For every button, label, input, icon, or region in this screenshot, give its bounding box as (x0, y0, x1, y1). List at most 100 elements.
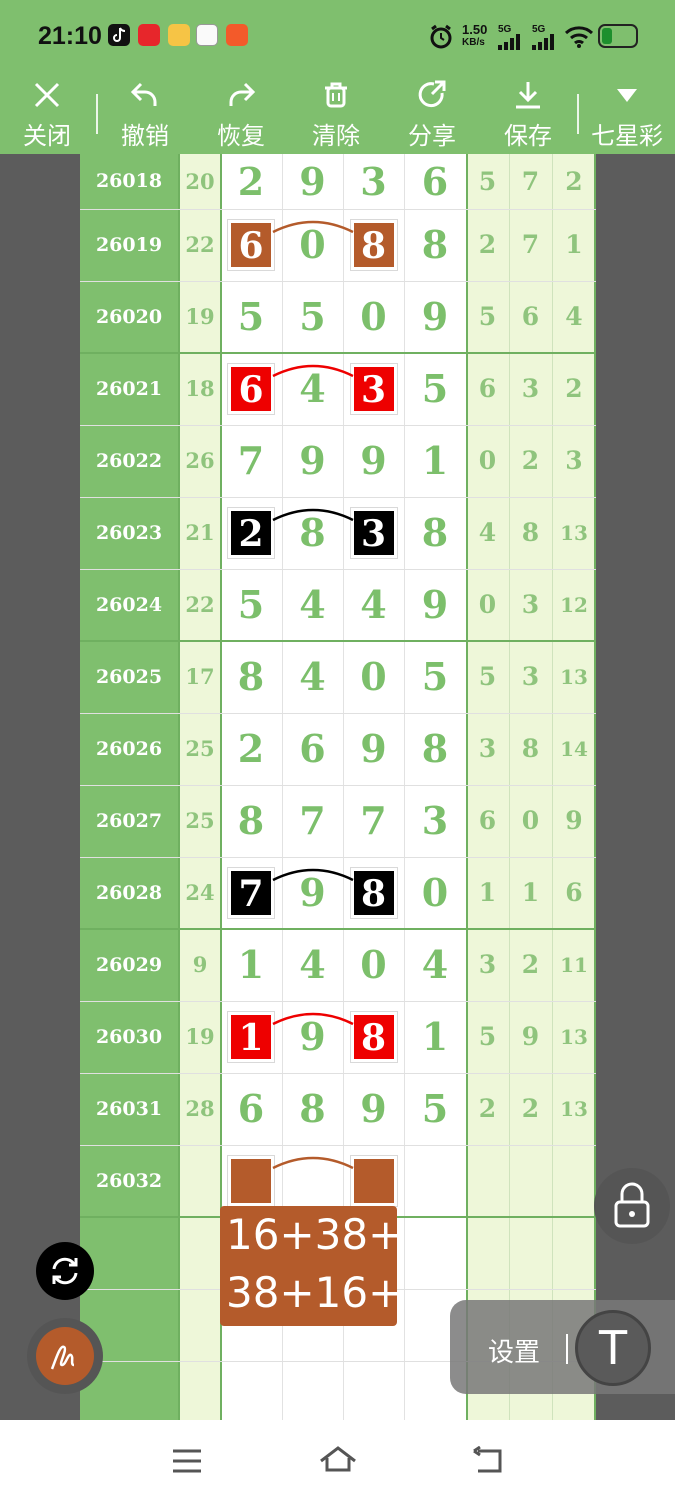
chevron-down-icon (582, 78, 672, 112)
extra-value: 0 (521, 806, 540, 835)
extra-value: 12 (560, 593, 588, 617)
highlighted-digit[interactable]: 3 (350, 364, 397, 414)
draw-digit: 9 (421, 294, 449, 339)
draw-digit: 2 (237, 159, 265, 204)
draw-digit: 1 (421, 438, 449, 483)
highlighted-digit[interactable]: 3 (350, 508, 397, 558)
draw-digit: 6 (299, 726, 326, 771)
extra-value: 3 (565, 446, 583, 475)
sum-value: 26 (185, 448, 215, 473)
extra-value: 13 (560, 1025, 588, 1049)
extra-value: 0 (478, 590, 497, 619)
draw-digit: 4 (421, 942, 449, 987)
extra-value: 3 (521, 662, 540, 691)
connection-arc (272, 508, 354, 522)
avatar-notification-icon (196, 24, 218, 46)
draw-digit: 4 (299, 654, 326, 699)
period-number: 26030 (95, 1026, 163, 1048)
prediction-line: 16+38+ (226, 1210, 404, 1259)
period-number: 26027 (95, 810, 163, 832)
draw-digit: 5 (299, 294, 326, 339)
period-number: 26031 (95, 1098, 163, 1120)
network-speed: 1.50 (462, 22, 488, 37)
pen-tool-button[interactable] (27, 1318, 103, 1394)
extra-value: 9 (565, 806, 583, 835)
back-icon[interactable] (470, 1445, 506, 1480)
extra-value: 11 (560, 953, 588, 977)
period-number: 26022 (95, 450, 163, 472)
tiktok-icon (108, 24, 130, 46)
draw-digit: 6 (237, 1086, 265, 1131)
extra-value: 5 (478, 662, 497, 691)
draw-digit: 7 (237, 438, 265, 483)
close-button[interactable]: 关闭 (2, 72, 92, 154)
redo-button[interactable]: 恢复 (196, 72, 286, 154)
period-number: 26032 (95, 1170, 163, 1192)
clear-button[interactable]: 清除 (291, 72, 381, 154)
highlighted-digit[interactable] (350, 1156, 397, 1206)
highlighted-digit[interactable]: 6 (228, 220, 274, 270)
draw-digit: 6 (421, 159, 449, 204)
highlighted-digit[interactable]: 8 (350, 220, 397, 270)
extra-value: 3 (478, 734, 497, 763)
extra-value: 7 (521, 167, 540, 196)
draw-digit: 5 (421, 366, 449, 411)
battery-icon (598, 24, 638, 48)
lottery-select-button[interactable]: 七星彩 (582, 72, 672, 154)
extra-value (466, 1145, 509, 1217)
draw-digit: 3 (360, 159, 387, 204)
text-tool-button[interactable]: T (575, 1310, 651, 1386)
draw-digit: 0 (360, 942, 387, 987)
lock-button[interactable] (594, 1168, 670, 1244)
trash-icon (291, 78, 381, 112)
signal-icon (498, 34, 524, 54)
extra-value: 2 (521, 446, 540, 475)
extra-value: 1 (565, 230, 583, 259)
extra-value: 4 (478, 518, 497, 547)
draw-digit: 2 (237, 726, 265, 771)
extra-value: 4 (565, 302, 583, 331)
extra-value: 13 (560, 665, 588, 689)
undo-label: 撤销 (121, 122, 169, 150)
prediction-note[interactable]: 16+38+ 38+16+ (220, 1206, 404, 1326)
draw-digit: 9 (421, 582, 449, 627)
highlighted-digit[interactable]: 8 (350, 868, 397, 918)
extra-value: 5 (478, 1022, 497, 1051)
period-number: 26026 (95, 738, 163, 760)
home-icon[interactable] (318, 1444, 358, 1478)
highlighted-digit[interactable]: 7 (228, 868, 274, 918)
draw-digit: 9 (360, 726, 387, 771)
draw-digit: 5 (237, 582, 265, 627)
extra-value: 1 (478, 878, 497, 907)
undo-button[interactable]: 撤销 (100, 72, 190, 154)
sum-value: 28 (185, 1096, 215, 1121)
period-number: 26025 (95, 666, 163, 688)
settings-button[interactable]: 设置 (488, 1332, 540, 1369)
sum-value: 17 (185, 664, 215, 689)
app-notification-icon (138, 24, 160, 46)
draw-digit: 1 (421, 1014, 449, 1059)
highlighted-digit[interactable]: 8 (350, 1012, 397, 1062)
share-button[interactable]: 分享 (387, 72, 477, 154)
highlighted-digit[interactable] (228, 1156, 274, 1206)
sum-value: 25 (185, 808, 215, 833)
draw-digit (404, 1145, 466, 1217)
sum-value: 22 (185, 592, 215, 617)
share-icon (387, 78, 477, 112)
draw-digit: 5 (421, 654, 449, 699)
highlighted-digit[interactable]: 2 (228, 508, 274, 558)
draw-digit: 5 (237, 294, 265, 339)
draw-digit: 0 (421, 870, 449, 915)
save-button[interactable]: 保存 (483, 72, 573, 154)
app-notification-icon (226, 24, 248, 46)
extra-value: 6 (521, 302, 540, 331)
highlighted-digit[interactable]: 6 (228, 364, 274, 414)
extra-value: 6 (565, 878, 583, 907)
draw-digit: 0 (360, 654, 387, 699)
sum-value (180, 1145, 220, 1217)
rotate-button[interactable] (36, 1242, 94, 1300)
draw-digit: 9 (299, 438, 326, 483)
lock-icon (614, 1182, 650, 1228)
menu-icon[interactable] (170, 1448, 204, 1478)
highlighted-digit[interactable]: 1 (228, 1012, 274, 1062)
